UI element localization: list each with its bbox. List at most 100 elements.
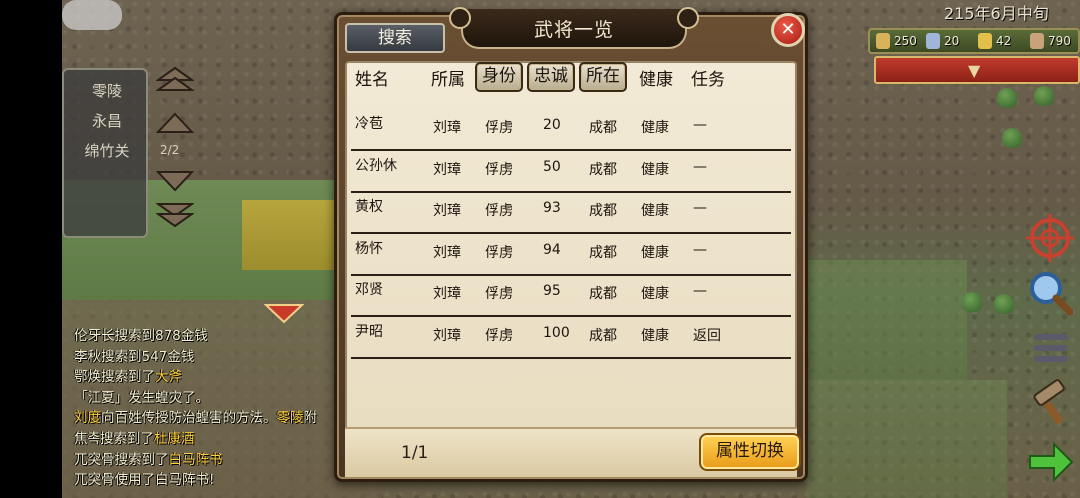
table-row[interactable]: 杨怀 刘璋 俘虏 94 成都 健康 — [351,236,791,276]
cell-task: — [693,241,707,258]
screen-edge [0,0,62,498]
header-name: 姓名 [355,70,389,90]
cell-location: 成都 [589,244,617,261]
log-line: 刘度向百姓传授防治蝗害的方法。零陵附 [74,408,374,429]
row-divider [351,232,791,234]
double-down-arrow-icon[interactable] [154,202,196,228]
cell-name: 尹昭 [355,323,383,340]
cell-health: 健康 [641,286,669,302]
resource-value: 42 [996,34,1012,48]
cell-location: 成都 [589,286,617,302]
tree-icon [1034,86,1054,106]
log-line: 兀突骨搜索到了白马阵书 [74,450,374,471]
cell-faction: 刘璋 [433,120,461,136]
resource-value: 250 [894,34,917,48]
cell-faction: 刘璋 [433,286,461,302]
menu-icon[interactable] [1024,322,1076,374]
cell-status: 俘虏 [485,286,513,302]
log-line: 焦촉搜索到了杜康酒 [74,429,374,450]
cell-status: 俘虏 [485,120,513,136]
target-icon[interactable] [1024,212,1076,264]
log-highlight: 刘度 [74,410,101,427]
log-highlight: 大斧 [155,369,182,386]
cell-health: 健康 [641,244,669,261]
cell-health: 健康 [641,161,669,178]
next-arrow-icon[interactable] [1024,436,1076,488]
log-text: 鄂焕搜索到了 [74,369,155,386]
cell-task: — [693,117,707,133]
log-highlight: 零陵 [276,410,304,427]
up-arrow-icon[interactable] [155,110,195,136]
city-item[interactable]: 绵竹关 [64,140,150,161]
cell-loyalty: 94 [543,241,561,258]
general-list-dialog: 武将一览 搜索 ✕ 姓名 所属 身份 忠诚 所在 健康 任务 冷苞 刘璋 俘虏 20 成… [334,7,808,482]
sort-location-button[interactable]: 所在 [579,62,627,92]
cell-status: 俘虏 [485,327,513,344]
grassland-terrain [807,380,1007,498]
cell-name: 邓贤 [355,282,383,298]
log-text: 兀突骨搜索到了 [74,451,169,468]
log-text: 焦촉搜索到了 [74,430,154,447]
resource-value: 790 [1048,34,1071,48]
cell-loyalty: 100 [543,324,570,341]
row-divider [351,315,791,317]
food-icon [876,33,890,49]
cell-location: 成都 [589,327,617,344]
game-date: 215年6月中旬 [944,4,1049,23]
table-row[interactable]: 公孙休 刘璋 俘虏 50 成都 健康 — [351,153,791,193]
log-line: 兀突骨使用了白马阵书! [74,470,374,491]
down-arrow-icon[interactable] [155,168,195,194]
hammer-icon[interactable] [1024,378,1076,430]
row-divider [351,273,791,276]
sort-status-button[interactable]: 身份 [475,62,523,92]
page-indicator: 1/1 [401,443,429,463]
city-list-panel: 零陵 永昌 绵竹关 [62,68,148,238]
header-health: 健康 [639,70,673,90]
cell-task: — [693,158,707,175]
cell-location: 成都 [589,203,617,219]
cell-location: 成都 [589,161,617,178]
gold-icon [978,33,992,49]
cell-faction: 刘璋 [433,244,461,261]
table-row[interactable]: 尹昭 刘璋 俘虏 100 成都 健康 返回 [351,319,791,359]
log-collapse-icon[interactable] [263,302,305,324]
cell-faction: 刘璋 [433,161,461,178]
attribute-switch-button[interactable]: 属性切换 [699,433,801,471]
expand-panel-button[interactable]: ▼ [874,56,1080,84]
log-text: 向百姓传授防治蝗害的方法。 [101,410,277,427]
grassland-terrain [807,260,967,380]
row-divider [351,356,791,359]
city-item[interactable]: 永昌 [64,110,150,131]
table-row[interactable]: 黄权 刘璋 俘虏 93 成都 健康 — [351,194,791,234]
resource-bar: 250 20 42 790 [868,28,1080,54]
table-row[interactable]: 邓贤 刘璋 俘虏 95 成都 健康 — [351,277,791,317]
field-terrain [242,200,342,270]
cell-loyalty: 50 [543,158,561,175]
city-list-page: 2/2 [160,143,180,157]
header-task: 任务 [691,70,725,90]
cell-loyalty: 95 [543,283,561,299]
double-up-arrow-icon[interactable] [154,66,196,92]
magnifier-icon[interactable] [1024,266,1076,318]
search-button[interactable]: 搜索 [345,23,445,53]
dialog-title: 武将一览 [533,19,614,41]
dialog-title-plate: 武将一览 [449,7,699,49]
log-line: 鄂焕搜索到了大斧 [74,367,374,388]
tree-icon [994,294,1014,314]
city-item[interactable]: 零陵 [64,80,150,101]
log-highlight: 白马阵书 [168,451,223,468]
close-button[interactable]: ✕ [771,13,805,47]
sort-loyalty-button[interactable]: 忠诚 [527,62,575,92]
log-line: 「江夏」发生蝗灾了。 [74,388,374,409]
chevron-down-icon: ▼ [968,61,981,80]
cloud-icon [62,0,122,30]
cell-location: 成都 [589,120,617,136]
tree-icon [962,292,982,312]
table-row[interactable]: 冷苞 刘璋 俘虏 20 成都 健康 — [351,111,791,151]
cell-task: — [693,283,707,299]
horse-icon [1030,33,1044,49]
tree-icon [1002,128,1022,148]
log-text: 伦牙长搜索到878金钱 [74,328,208,344]
log-highlight: 杜康酒 [153,430,195,447]
cell-loyalty: 93 [543,200,561,216]
